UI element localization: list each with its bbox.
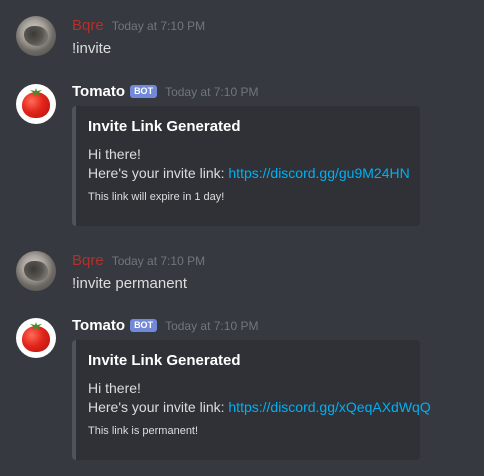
embed-footer-text: This link is permanent! bbox=[88, 425, 199, 437]
embed-link-prefix: Here's your invite link: bbox=[88, 165, 229, 181]
message-header: Tomato BOT Today at 7:10 PM bbox=[72, 317, 258, 337]
embed-title: Invite Link Generated bbox=[88, 352, 241, 369]
embed-footer-text: This link will expire in 1 day! bbox=[88, 191, 225, 203]
message-header: Bqre Today at 7:10 PM bbox=[72, 17, 205, 37]
author-name[interactable]: Bqre bbox=[72, 17, 104, 34]
embed-link-line: Here's your invite link: https://discord… bbox=[88, 164, 410, 183]
invite-link[interactable]: https://discord.gg/xQeqAXdWqQ bbox=[228, 399, 430, 415]
message-text: !invite bbox=[72, 40, 112, 57]
leaf-icon bbox=[30, 88, 42, 96]
invite-link[interactable]: https://discord.gg/gu9M24HN bbox=[228, 165, 409, 181]
user-avatar[interactable] bbox=[16, 251, 56, 291]
embed-link-prefix: Here's your invite link: bbox=[88, 399, 229, 415]
author-name[interactable]: Bqre bbox=[72, 252, 104, 269]
message-header: Bqre Today at 7:10 PM bbox=[72, 252, 205, 272]
embed-description: Hi there! Here's your invite link: https… bbox=[88, 379, 431, 417]
bot-tag: BOT bbox=[130, 85, 158, 98]
bot-avatar[interactable] bbox=[16, 318, 56, 358]
embed: Invite Link Generated Hi there! Here's y… bbox=[72, 340, 431, 460]
timestamp[interactable]: Today at 7:10 PM bbox=[165, 319, 258, 333]
leaf-icon bbox=[30, 322, 42, 330]
embed-greeting: Hi there! bbox=[88, 380, 141, 396]
embed: Invite Link Generated Hi there! Here's y… bbox=[72, 106, 420, 226]
message-text: !invite permanent bbox=[72, 275, 188, 292]
author-name[interactable]: Tomato bbox=[72, 83, 125, 100]
bot-avatar[interactable] bbox=[16, 84, 56, 124]
author-name[interactable]: Tomato bbox=[72, 317, 125, 334]
embed-link-line: Here's your invite link: https://discord… bbox=[88, 398, 431, 417]
user-avatar[interactable] bbox=[16, 16, 56, 56]
user-avatar-photo-icon bbox=[24, 26, 48, 46]
timestamp[interactable]: Today at 7:10 PM bbox=[165, 85, 258, 99]
embed-greeting: Hi there! bbox=[88, 146, 141, 162]
bot-tag: BOT bbox=[130, 319, 158, 332]
timestamp[interactable]: Today at 7:10 PM bbox=[112, 19, 205, 33]
user-avatar-photo-icon bbox=[24, 261, 48, 281]
embed-description: Hi there! Here's your invite link: https… bbox=[88, 145, 410, 183]
message-header: Tomato BOT Today at 7:10 PM bbox=[72, 83, 258, 103]
timestamp[interactable]: Today at 7:10 PM bbox=[112, 254, 205, 268]
embed-title: Invite Link Generated bbox=[88, 118, 241, 135]
